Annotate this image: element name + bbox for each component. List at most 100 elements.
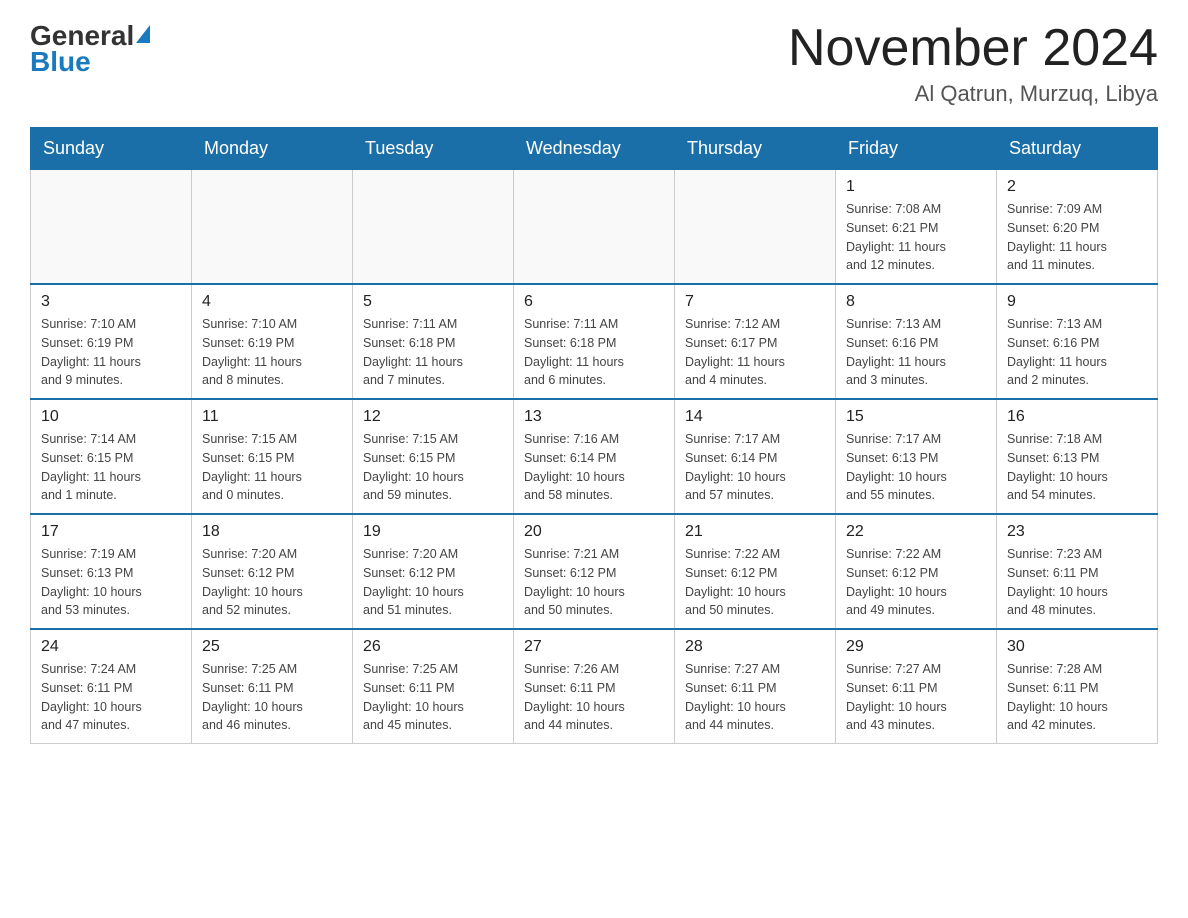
day-number: 30 (1007, 638, 1147, 656)
table-row: 21 Sunrise: 7:22 AMSunset: 6:12 PMDayligh… (675, 514, 836, 629)
table-row: 13 Sunrise: 7:16 AMSunset: 6:14 PMDayligh… (514, 399, 675, 514)
day-info: Sunrise: 7:26 AMSunset: 6:11 PMDaylight:… (524, 660, 664, 735)
location: Al Qatrun, Murzuq, Libya (788, 81, 1158, 107)
day-info: Sunrise: 7:13 AMSunset: 6:16 PMDaylight:… (846, 315, 986, 390)
logo: General Blue (30, 20, 150, 78)
day-info: Sunrise: 7:10 AMSunset: 6:19 PMDaylight:… (41, 315, 181, 390)
title-section: November 2024 Al Qatrun, Murzuq, Libya (788, 20, 1158, 107)
table-row: 22 Sunrise: 7:22 AMSunset: 6:12 PMDayligh… (836, 514, 997, 629)
logo-triangle-icon (136, 25, 150, 43)
table-row: 11 Sunrise: 7:15 AMSunset: 6:15 PMDayligh… (192, 399, 353, 514)
table-row: 10Sunrise: 7:14 AMSunset: 6:15 PMDayligh… (31, 399, 192, 514)
day-number: 16 (1007, 408, 1147, 426)
table-row: 27 Sunrise: 7:26 AMSunset: 6:11 PMDayligh… (514, 629, 675, 744)
day-number: 19 (363, 523, 503, 541)
table-row: 28 Sunrise: 7:27 AMSunset: 6:11 PMDayligh… (675, 629, 836, 744)
day-number: 25 (202, 638, 342, 656)
day-number: 13 (524, 408, 664, 426)
table-row (514, 170, 675, 285)
table-row: 7 Sunrise: 7:12 AMSunset: 6:17 PMDaylight… (675, 284, 836, 399)
table-row: 1 Sunrise: 7:08 AMSunset: 6:21 PMDaylight… (836, 170, 997, 285)
day-info: Sunrise: 7:20 AMSunset: 6:12 PMDaylight:… (202, 545, 342, 620)
day-info: Sunrise: 7:13 AMSunset: 6:16 PMDaylight:… (1007, 315, 1147, 390)
day-number: 12 (363, 408, 503, 426)
day-info: Sunrise: 7:17 AMSunset: 6:14 PMDaylight:… (685, 430, 825, 505)
day-number: 24 (41, 638, 181, 656)
day-number: 20 (524, 523, 664, 541)
table-row: 4Sunrise: 7:10 AMSunset: 6:19 PMDaylight… (192, 284, 353, 399)
day-info: Sunrise: 7:11 AMSunset: 6:18 PMDaylight:… (524, 315, 664, 390)
calendar-week-row: 24 Sunrise: 7:24 AMSunset: 6:11 PMDayligh… (31, 629, 1158, 744)
day-info: Sunrise: 7:20 AMSunset: 6:12 PMDaylight:… (363, 545, 503, 620)
calendar-week-row: 17 Sunrise: 7:19 AMSunset: 6:13 PMDayligh… (31, 514, 1158, 629)
day-info: Sunrise: 7:19 AMSunset: 6:13 PMDaylight:… (41, 545, 181, 620)
table-row: 9 Sunrise: 7:13 AMSunset: 6:16 PMDaylight… (997, 284, 1158, 399)
table-row: 18 Sunrise: 7:20 AMSunset: 6:12 PMDayligh… (192, 514, 353, 629)
day-info: Sunrise: 7:15 AMSunset: 6:15 PMDaylight:… (202, 430, 342, 505)
logo-blue: Blue (30, 46, 150, 78)
day-number: 22 (846, 523, 986, 541)
table-row: 25 Sunrise: 7:25 AMSunset: 6:11 PMDayligh… (192, 629, 353, 744)
day-number: 9 (1007, 293, 1147, 311)
day-number: 27 (524, 638, 664, 656)
day-number: 29 (846, 638, 986, 656)
day-info: Sunrise: 7:22 AMSunset: 6:12 PMDaylight:… (685, 545, 825, 620)
table-row: 30 Sunrise: 7:28 AMSunset: 6:11 PMDayligh… (997, 629, 1158, 744)
table-row: 19 Sunrise: 7:20 AMSunset: 6:12 PMDayligh… (353, 514, 514, 629)
day-number: 3 (41, 293, 181, 311)
header-thursday: Thursday (675, 128, 836, 170)
table-row (353, 170, 514, 285)
day-number: 26 (363, 638, 503, 656)
table-row: 15Sunrise: 7:17 AMSunset: 6:13 PMDayligh… (836, 399, 997, 514)
day-info: Sunrise: 7:24 AMSunset: 6:11 PMDaylight:… (41, 660, 181, 735)
day-info: Sunrise: 7:16 AMSunset: 6:14 PMDaylight:… (524, 430, 664, 505)
calendar-week-row: 1 Sunrise: 7:08 AMSunset: 6:21 PMDaylight… (31, 170, 1158, 285)
day-number: 5 (363, 293, 503, 311)
day-number: 4 (202, 293, 342, 311)
day-info: Sunrise: 7:14 AMSunset: 6:15 PMDaylight:… (41, 430, 181, 505)
day-info: Sunrise: 7:25 AMSunset: 6:11 PMDaylight:… (363, 660, 503, 735)
table-row: 26 Sunrise: 7:25 AMSunset: 6:11 PMDayligh… (353, 629, 514, 744)
day-number: 11 (202, 408, 342, 426)
table-row: 17 Sunrise: 7:19 AMSunset: 6:13 PMDayligh… (31, 514, 192, 629)
header-tuesday: Tuesday (353, 128, 514, 170)
header-wednesday: Wednesday (514, 128, 675, 170)
table-row (31, 170, 192, 285)
header-sunday: Sunday (31, 128, 192, 170)
day-info: Sunrise: 7:18 AMSunset: 6:13 PMDaylight:… (1007, 430, 1147, 505)
day-number: 28 (685, 638, 825, 656)
calendar-table: Sunday Monday Tuesday Wednesday Thursday… (30, 127, 1158, 744)
table-row: 23Sunrise: 7:23 AMSunset: 6:11 PMDayligh… (997, 514, 1158, 629)
day-info: Sunrise: 7:12 AMSunset: 6:17 PMDaylight:… (685, 315, 825, 390)
day-info: Sunrise: 7:22 AMSunset: 6:12 PMDaylight:… (846, 545, 986, 620)
day-info: Sunrise: 7:28 AMSunset: 6:11 PMDaylight:… (1007, 660, 1147, 735)
day-number: 7 (685, 293, 825, 311)
day-info: Sunrise: 7:09 AMSunset: 6:20 PMDaylight:… (1007, 200, 1147, 275)
calendar-week-row: 10Sunrise: 7:14 AMSunset: 6:15 PMDayligh… (31, 399, 1158, 514)
day-info: Sunrise: 7:08 AMSunset: 6:21 PMDaylight:… (846, 200, 986, 275)
table-row: 2 Sunrise: 7:09 AMSunset: 6:20 PMDaylight… (997, 170, 1158, 285)
table-row: 20 Sunrise: 7:21 AMSunset: 6:12 PMDayligh… (514, 514, 675, 629)
table-row: 3 Sunrise: 7:10 AMSunset: 6:19 PMDaylight… (31, 284, 192, 399)
day-number: 21 (685, 523, 825, 541)
day-number: 18 (202, 523, 342, 541)
day-info: Sunrise: 7:27 AMSunset: 6:11 PMDaylight:… (685, 660, 825, 735)
calendar-week-row: 3 Sunrise: 7:10 AMSunset: 6:19 PMDaylight… (31, 284, 1158, 399)
month-title: November 2024 (788, 20, 1158, 77)
day-info: Sunrise: 7:11 AMSunset: 6:18 PMDaylight:… (363, 315, 503, 390)
day-number: 6 (524, 293, 664, 311)
day-number: 2 (1007, 178, 1147, 196)
day-number: 17 (41, 523, 181, 541)
table-row (675, 170, 836, 285)
day-info: Sunrise: 7:21 AMSunset: 6:12 PMDaylight:… (524, 545, 664, 620)
header-friday: Friday (836, 128, 997, 170)
day-number: 15 (846, 408, 986, 426)
table-row (192, 170, 353, 285)
table-row: 29Sunrise: 7:27 AMSunset: 6:11 PMDayligh… (836, 629, 997, 744)
table-row: 5 Sunrise: 7:11 AMSunset: 6:18 PMDaylight… (353, 284, 514, 399)
day-number: 14 (685, 408, 825, 426)
table-row: 14 Sunrise: 7:17 AMSunset: 6:14 PMDayligh… (675, 399, 836, 514)
day-number: 1 (846, 178, 986, 196)
table-row: 24 Sunrise: 7:24 AMSunset: 6:11 PMDayligh… (31, 629, 192, 744)
day-info: Sunrise: 7:25 AMSunset: 6:11 PMDaylight:… (202, 660, 342, 735)
